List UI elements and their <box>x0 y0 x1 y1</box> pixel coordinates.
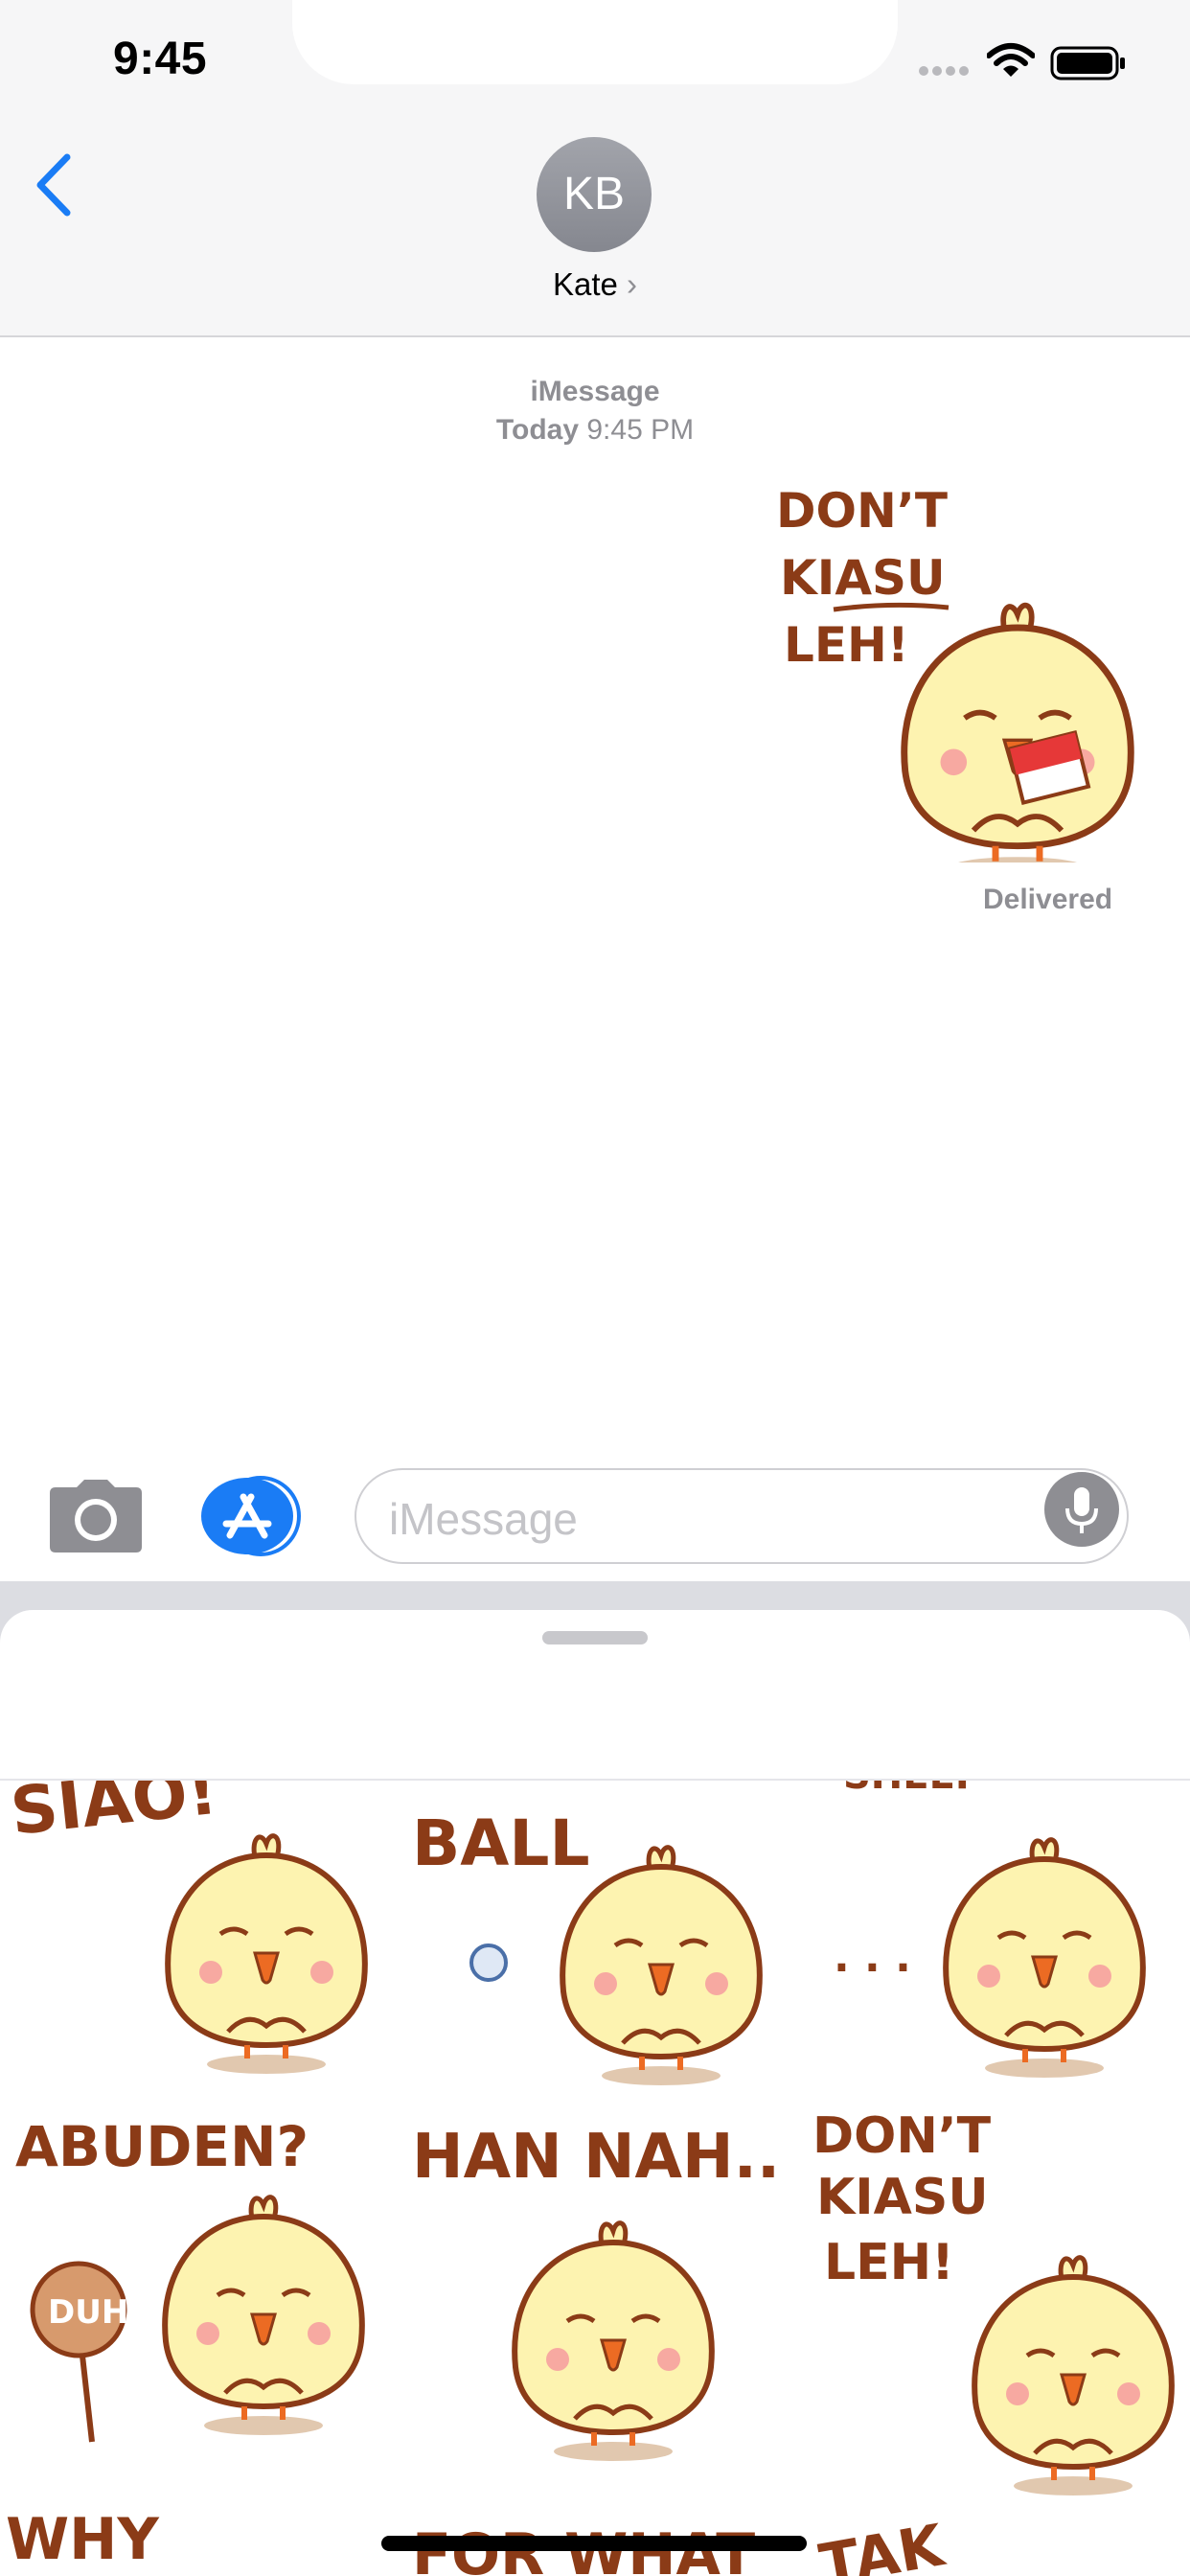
sticker-kiasu-line3: LEH! <box>824 2234 954 2291</box>
service-label: iMessage <box>530 376 660 407</box>
sticker-tak[interactable]: TAK <box>814 2512 950 2576</box>
sticker-sheep-caption: SHEEP <box>843 1781 983 1798</box>
sticker-why-caption: WHY <box>6 2506 160 2573</box>
sticker-siao-caption: SIAO! <box>8 1781 221 1851</box>
sticker-dont-kiasu[interactable]: DON’T KIASU LEH! <box>812 2107 1172 2496</box>
drawer-grabber[interactable] <box>542 1631 648 1644</box>
sticker-han-nah-caption: HAN NAH.. <box>412 2122 780 2193</box>
message-timestamp: Today 9:45 PM <box>0 414 1190 447</box>
sticker-text-line3: LEH! <box>784 617 909 673</box>
chevron-right-icon: › <box>627 266 638 302</box>
sticker-abuden-caption: ABUDEN? <box>15 2114 309 2179</box>
wifi-icon <box>987 43 1035 77</box>
sticker-tak-caption: TAK <box>814 2512 950 2576</box>
sticker-text-line2: KIASU <box>780 550 946 606</box>
sticker-siao[interactable]: SIAO! <box>8 1781 365 2074</box>
cellular-signal-icon <box>919 66 969 76</box>
home-indicator[interactable] <box>381 2536 807 2551</box>
timestamp-day: Today <box>495 414 580 446</box>
camera-icon[interactable] <box>48 1478 144 1554</box>
svg-text:· · ·: · · · <box>834 1944 911 1992</box>
sticker-sheep[interactable]: SHEEP · · · <box>834 1781 1143 2078</box>
dictation-button[interactable] <box>1044 1472 1119 1547</box>
sticker-ball[interactable]: BALL <box>412 1806 760 2085</box>
contact-name-button[interactable]: Kate › <box>0 266 1190 303</box>
sticker-grid: SIAO! BALL SHEEP · · · ABUDEN? DUH HAN N… <box>6 1781 1190 2576</box>
delivery-status: Delivered <box>983 884 1113 915</box>
battery-icon <box>1050 46 1125 80</box>
contact-name: Kate <box>552 266 618 302</box>
timestamp-time: 9:45 PM <box>586 414 695 446</box>
back-chevron-icon[interactable] <box>33 151 75 218</box>
sticker-abuden-sign: DUH <box>48 2293 128 2332</box>
sticker-kiasu-line2: KIASU <box>816 2169 989 2226</box>
sticker-kiasu-line1: DON’T <box>812 2107 992 2165</box>
sticker-abuden[interactable]: ABUDEN? DUH <box>15 2114 362 2443</box>
message-input-placeholder: iMessage <box>389 1494 578 1544</box>
status-time: 9:45 <box>113 34 208 84</box>
contact-avatar[interactable]: KB <box>537 137 652 252</box>
microphone-icon <box>1065 1487 1098 1533</box>
sent-sticker[interactable]: DON’T KIASU LEH! <box>757 470 1159 862</box>
sticker-ball-caption: BALL <box>412 1806 590 1880</box>
sticker-why[interactable]: WHY <box>6 2506 160 2573</box>
sticker-text-line1: DON’T <box>776 483 948 539</box>
device-notch <box>292 0 898 84</box>
sticker-han-nah[interactable]: HAN NAH.. <box>412 2122 780 2461</box>
app-store-icon[interactable] <box>201 1476 307 1556</box>
